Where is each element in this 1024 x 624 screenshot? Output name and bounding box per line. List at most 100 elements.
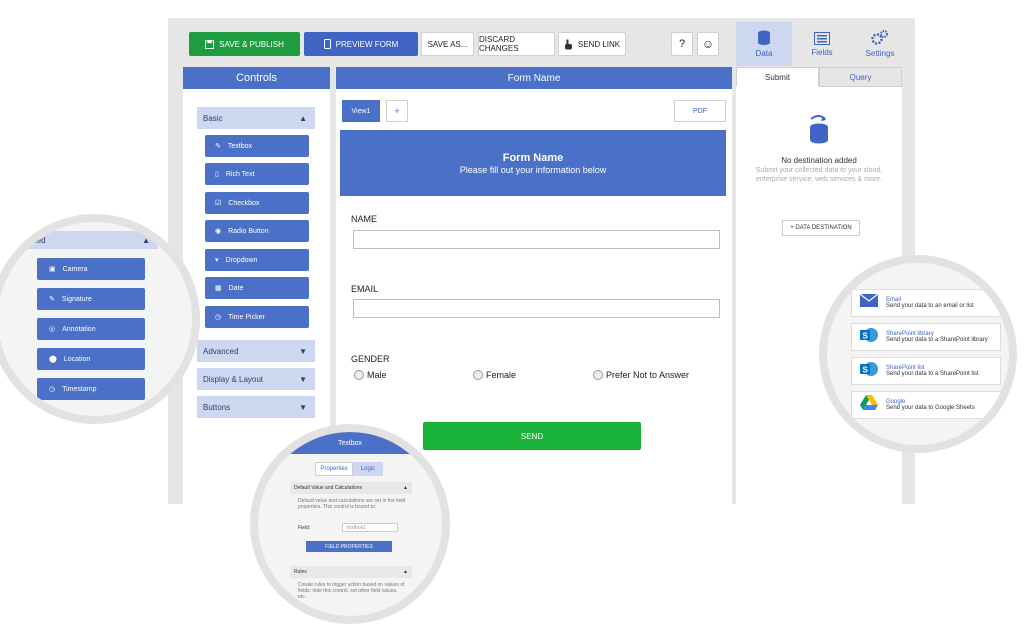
dropdown-icon: ▾ bbox=[215, 257, 219, 264]
control-timestamp[interactable]: ◷ Timestamp bbox=[37, 378, 145, 400]
textbox-panel-title: Textbox bbox=[258, 432, 442, 454]
no-destination-text: Submit your collected data to your cloud… bbox=[755, 167, 883, 183]
form-header: Form Name bbox=[336, 67, 732, 89]
discard-changes-button[interactable]: DISCARD CHANGES bbox=[478, 32, 555, 56]
svg-text:S: S bbox=[863, 365, 869, 374]
control-radio-button[interactable]: ◉ Radio Button bbox=[205, 220, 309, 242]
caret-down-icon: ▼ bbox=[299, 374, 307, 384]
control-dropdown[interactable]: ▾ Dropdown bbox=[205, 249, 309, 271]
data-destinations-zoom: Email Send your data to an email or list … bbox=[819, 255, 1017, 453]
sharepoint-icon: S bbox=[860, 327, 878, 348]
tab-data[interactable]: Data bbox=[736, 22, 792, 66]
tab-view1[interactable]: View1 bbox=[342, 100, 380, 122]
field-label: Field: bbox=[298, 525, 311, 531]
add-data-destination-button[interactable]: + DATA DESTINATION bbox=[782, 220, 860, 236]
destination-email[interactable]: Email Send your data to an email or list bbox=[851, 289, 1001, 317]
caret-down-icon: ▼ bbox=[299, 402, 307, 412]
add-view-button[interactable]: + bbox=[386, 100, 408, 122]
save-icon bbox=[205, 39, 215, 49]
rules-text: Create rules to trigger action based on … bbox=[298, 582, 405, 600]
control-time-picker[interactable]: ◷ Time Picker bbox=[205, 306, 309, 328]
send-link-button[interactable]: SEND LINK bbox=[558, 32, 626, 56]
phone-icon bbox=[323, 39, 331, 49]
control-signature[interactable]: ✎ Signature bbox=[37, 288, 145, 310]
save-publish-button[interactable]: SAVE & PUBLISH bbox=[189, 32, 300, 56]
database-icon bbox=[757, 30, 771, 46]
default-value-text: Default value and calculations are set i… bbox=[298, 498, 406, 510]
send-button[interactable]: SEND bbox=[423, 422, 641, 450]
document-icon: ▯ bbox=[215, 171, 219, 178]
destination-sharepoint-list[interactable]: S SharePoint list Send your data to a Sha… bbox=[851, 357, 1001, 385]
radio-circle bbox=[354, 370, 364, 380]
fields-icon bbox=[814, 31, 830, 45]
tab-settings[interactable]: Settings bbox=[852, 22, 908, 66]
control-camera[interactable]: ▣ Camera bbox=[37, 258, 145, 280]
destination-google[interactable]: Google Send your data to Google Sheets bbox=[851, 391, 1001, 419]
banner-subtitle: Please fill out your information below bbox=[459, 164, 607, 175]
email-icon bbox=[859, 293, 879, 312]
camera-icon: ▣ bbox=[49, 266, 56, 273]
smiley-icon: ☺ bbox=[701, 37, 715, 51]
control-annotation[interactable]: ◎ Annotation bbox=[37, 318, 145, 340]
radio-icon: ◉ bbox=[215, 228, 222, 235]
control-location[interactable]: ⬤ Location bbox=[37, 348, 145, 370]
no-destination-title: No destination added bbox=[781, 156, 857, 165]
gears-icon bbox=[871, 30, 889, 46]
clock-icon: ◷ bbox=[215, 314, 222, 321]
database-arrow-icon bbox=[736, 113, 902, 154]
radio-male[interactable]: Male bbox=[354, 370, 387, 380]
timestamp-icon: ◷ bbox=[49, 386, 56, 393]
textbox-properties-zoom: Textbox Properties Logic Default Value a… bbox=[250, 424, 450, 624]
calendar-icon: ▦ bbox=[215, 285, 222, 292]
control-rich-text[interactable]: ▯ Rich Text bbox=[205, 163, 309, 185]
caret-up-icon: ▲ bbox=[142, 235, 150, 245]
pdf-button[interactable]: PDF bbox=[674, 100, 726, 122]
svg-text:S: S bbox=[863, 331, 869, 340]
help-button[interactable]: ? bbox=[671, 32, 693, 56]
category-buttons[interactable]: Buttons ▼ bbox=[197, 396, 315, 418]
feedback-button[interactable]: ☺ bbox=[697, 32, 719, 56]
category-advanced-expanded[interactable]: Advanced ▲ bbox=[0, 231, 158, 249]
edit-icon: ✎ bbox=[215, 143, 221, 150]
annotation-icon: ◎ bbox=[49, 326, 56, 333]
tab-query[interactable]: Query bbox=[819, 67, 902, 87]
hand-pointer-icon bbox=[564, 39, 573, 50]
right-panel-tabs: Data Fields Settings bbox=[736, 18, 915, 66]
radio-prefer-not[interactable]: Prefer Not to Answer bbox=[593, 370, 689, 380]
category-advanced[interactable]: Advanced ▼ bbox=[197, 340, 315, 362]
destination-sharepoint-library[interactable]: S SharePoint library Send your data to a … bbox=[851, 323, 1001, 351]
form-banner[interactable]: Form Name Please fill out your informati… bbox=[340, 130, 726, 196]
controls-header: Controls bbox=[183, 67, 330, 89]
caret-up-icon: ▲ bbox=[299, 113, 307, 123]
section-rules[interactable]: Rules ▲ bbox=[290, 566, 412, 578]
gender-label: GENDER bbox=[351, 354, 390, 364]
field-select[interactable]: textbox1 bbox=[342, 523, 398, 532]
field-properties-button[interactable]: FIELD PROPERTIES bbox=[306, 541, 392, 552]
caret-up-icon: ▲ bbox=[403, 485, 408, 491]
category-basic[interactable]: Basic ▲ bbox=[197, 107, 315, 129]
caret-down-icon: ▼ bbox=[299, 346, 307, 356]
save-as-button[interactable]: SAVE AS... bbox=[421, 32, 474, 56]
tab-submit[interactable]: Submit bbox=[736, 67, 819, 87]
preview-form-button[interactable]: PREVIEW FORM bbox=[304, 32, 418, 56]
category-display-layout[interactable]: Display & Layout ▼ bbox=[197, 368, 315, 390]
signature-icon: ✎ bbox=[49, 296, 55, 303]
email-field[interactable] bbox=[353, 299, 720, 318]
tab-logic[interactable]: Logic bbox=[353, 462, 383, 476]
section-default-value[interactable]: Default Value and Calculations ▲ bbox=[290, 482, 412, 494]
control-textbox[interactable]: ✎ Textbox bbox=[205, 135, 309, 157]
radio-female[interactable]: Female bbox=[473, 370, 516, 380]
email-label: EMAIL bbox=[351, 284, 379, 294]
location-pin-icon: ⬤ bbox=[49, 356, 57, 363]
tab-properties[interactable]: Properties bbox=[315, 462, 353, 476]
tab-fields[interactable]: Fields bbox=[794, 22, 850, 66]
name-label: NAME bbox=[351, 214, 378, 224]
name-field[interactable] bbox=[353, 230, 720, 249]
control-checkbox[interactable]: ☑ Checkbox bbox=[205, 192, 309, 214]
radio-circle bbox=[473, 370, 483, 380]
google-drive-icon bbox=[860, 395, 878, 415]
radio-circle bbox=[593, 370, 603, 380]
banner-title: Form Name bbox=[502, 151, 564, 164]
toolbar: SAVE & PUBLISH PREVIEW FORM SAVE AS... D… bbox=[168, 18, 736, 66]
control-date[interactable]: ▦ Date bbox=[205, 277, 309, 299]
